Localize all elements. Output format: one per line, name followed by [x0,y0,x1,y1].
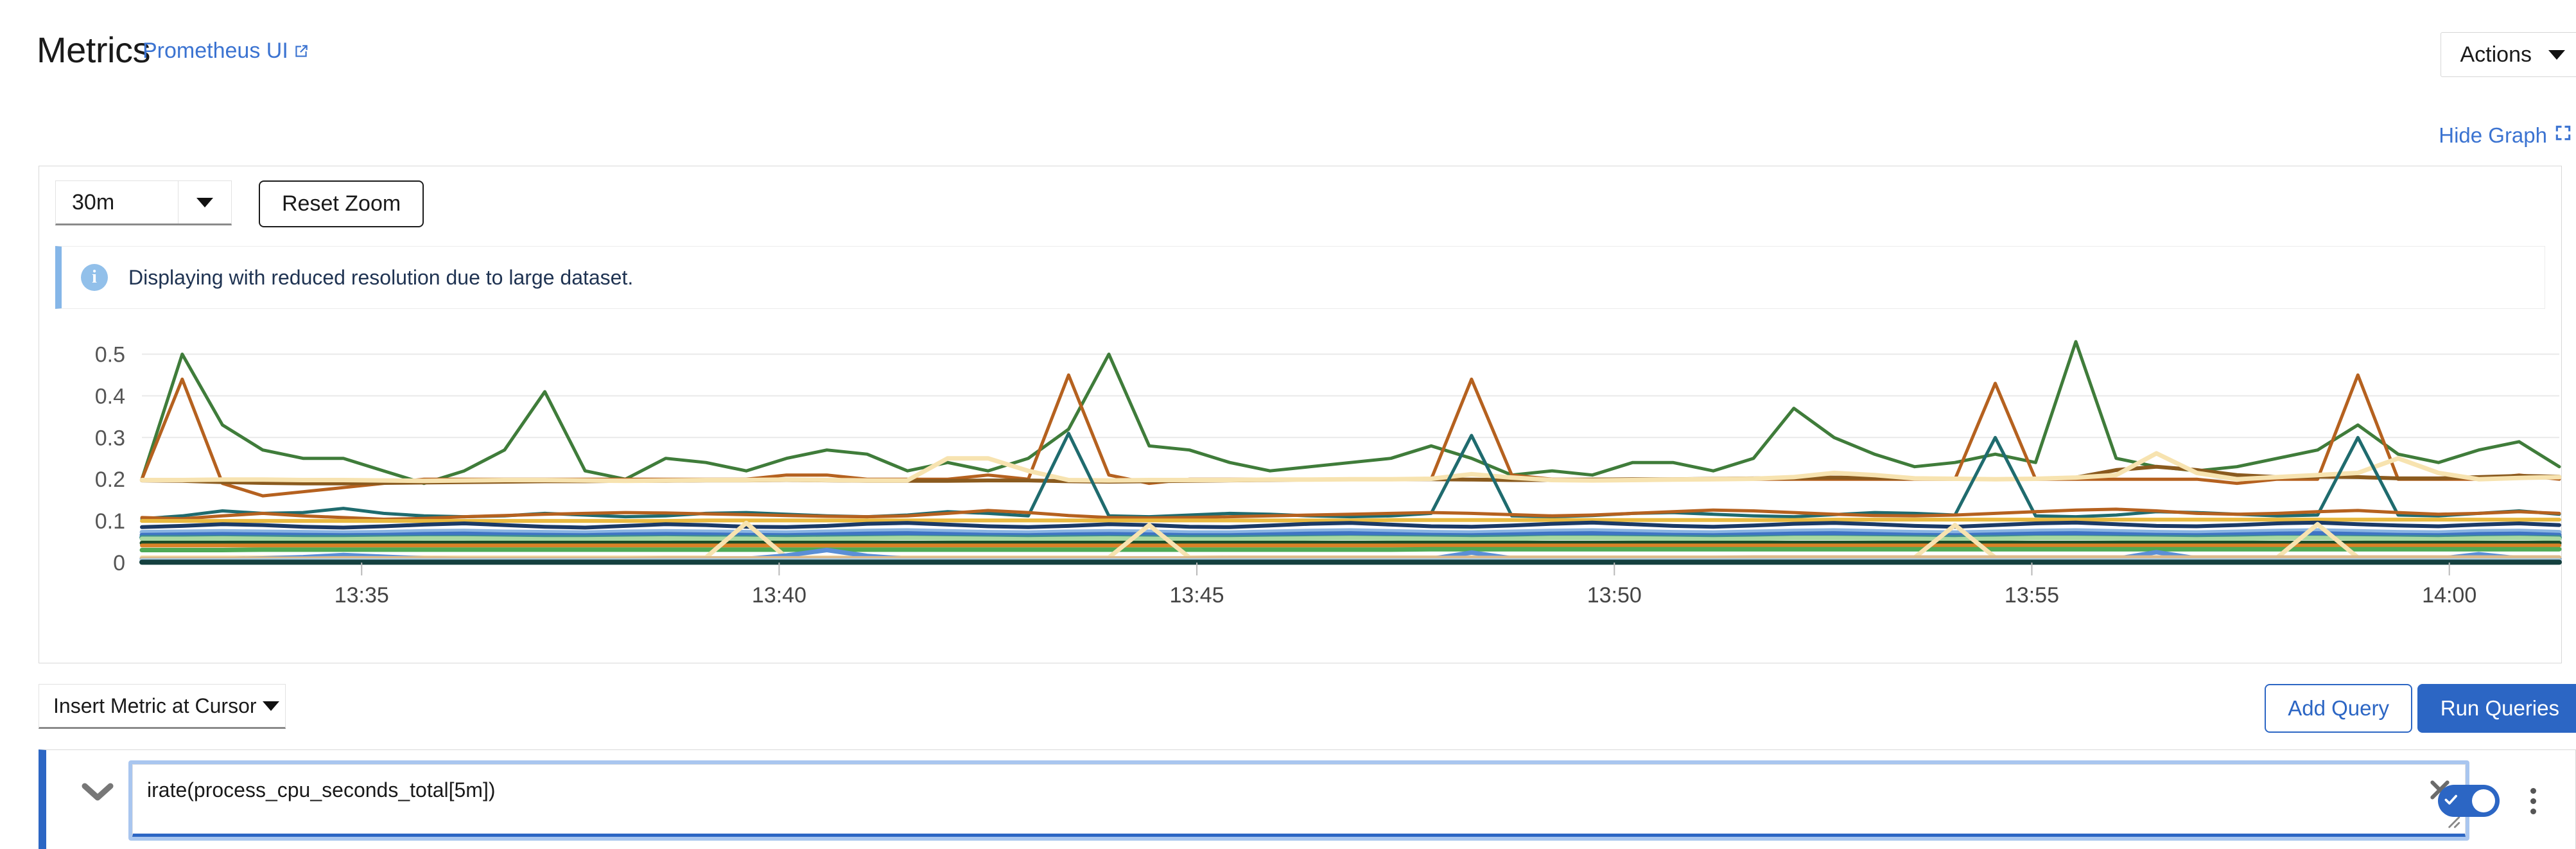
insert-metric-select[interactable]: Insert Metric at Cursor [39,684,286,729]
x-axis-tick-label: 14:00 [2422,583,2476,608]
add-query-button[interactable]: Add Query [2265,684,2412,733]
x-axis-tick-label: 13:40 [752,583,806,608]
chart-svg[interactable]: 0 0.1 0.2 0.3 0.4 0.5 13:35 13:40 13:45 13:50 13:5… [39,327,2563,654]
chart-series-line [139,451,2562,484]
run-queries-button[interactable]: Run Queries [2417,684,2576,733]
reset-zoom-button[interactable]: Reset Zoom [259,180,424,227]
kebab-menu-icon[interactable] [2520,783,2546,818]
metrics-chart[interactable]: 0 0.1 0.2 0.3 0.4 0.5 13:35 13:40 13:45 13:50 13:5… [39,327,2563,654]
graph-controls: 30m Reset Zoom [55,180,424,227]
check-icon [2442,791,2459,811]
y-axis-tick-label: 0.4 [95,384,125,408]
prometheus-ui-link-label: Prometheus UI [143,39,288,63]
metrics-page: Metrics Prometheus UI Actions Hide Graph… [0,0,2576,849]
x-axis-tick-label: 13:55 [2005,583,2059,608]
actions-button-label: Actions [2460,42,2532,67]
query-enabled-toggle[interactable] [2438,785,2500,817]
caret-down-icon [257,701,285,711]
toggle-knob [2472,789,2495,812]
y-axis-tick-label: 0.3 [95,426,125,450]
y-axis-tick-label: 0.5 [95,342,125,367]
external-link-icon [293,40,309,66]
page-title: Metrics [37,30,150,70]
reduced-resolution-alert: i Displaying with reduced resolution due… [55,246,2545,309]
chevron-down-icon[interactable] [81,780,114,809]
hide-graph-toggle[interactable]: Hide Graph [2439,123,2573,148]
hide-graph-label: Hide Graph [2439,123,2547,147]
caret-down-icon [2548,49,2565,60]
query-row [39,749,2576,849]
query-input[interactable] [132,764,2466,837]
chart-series-line [140,518,2561,523]
chart-series-line [140,520,2561,530]
actions-button[interactable]: Actions [2440,32,2576,77]
time-range-value: 30m [72,189,115,214]
y-axis-tick-label: 0.1 [95,509,125,534]
chart-series-line [139,536,2562,542]
chart-series-line [140,555,2561,561]
page-header: Metrics Prometheus UI Actions [0,0,2576,77]
query-input-wrapper [128,760,2469,841]
x-axis-tick-label: 13:35 [335,583,389,608]
insert-metric-label: Insert Metric at Cursor [53,694,257,717]
x-axis-tick-label: 13:45 [1169,583,1224,608]
collapse-icon [2554,123,2573,148]
y-axis-tick-label: 0 [113,551,125,575]
info-circle-icon: i [81,264,108,291]
prometheus-ui-link[interactable]: Prometheus UI [143,39,309,66]
caret-down-icon [178,197,231,207]
y-axis-tick-label: 0.2 [95,468,125,492]
chart-series-line [140,340,2561,486]
chart-series-line [140,432,2561,521]
time-range-select[interactable]: 30m [55,180,232,225]
x-axis-tick-label: 13:50 [1587,583,1642,608]
chart-series-line [139,547,2562,552]
query-toolbar: Insert Metric at Cursor Add Query Run Qu… [0,684,2576,735]
alert-message: Displaying with reduced resolution due t… [128,265,634,289]
graph-panel: 30m Reset Zoom i Displaying with reduced… [39,166,2562,663]
